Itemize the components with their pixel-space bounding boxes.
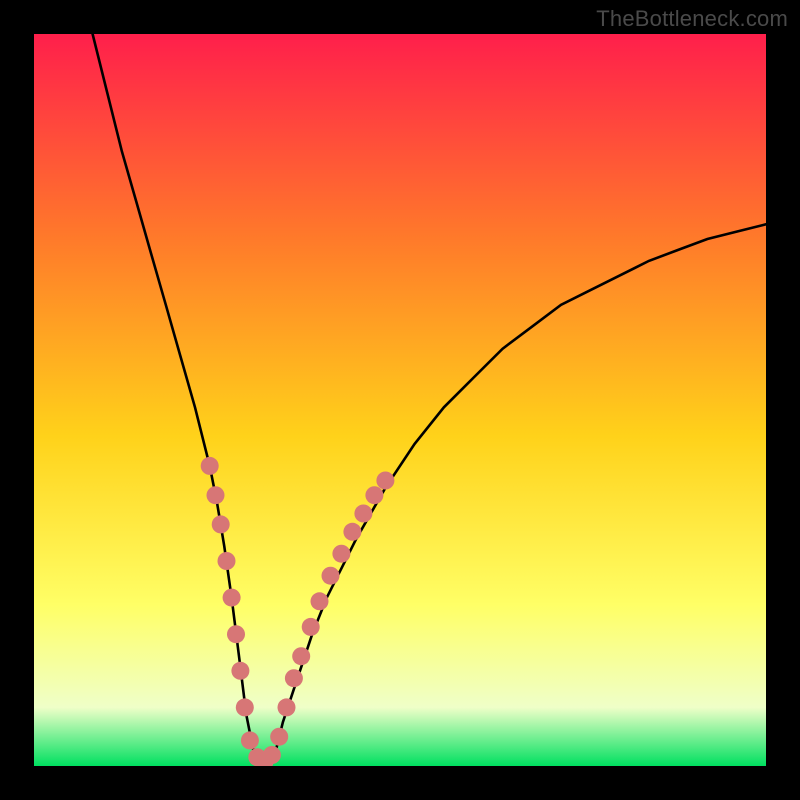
marker-dot <box>218 552 236 570</box>
marker-dot <box>376 472 394 490</box>
marker-dot <box>292 647 310 665</box>
marker-dot <box>227 625 245 643</box>
marker-dot <box>212 515 230 533</box>
chart-svg <box>34 34 766 766</box>
plot-area <box>34 34 766 766</box>
marker-dot <box>302 618 320 636</box>
chart-frame: TheBottleneck.com <box>0 0 800 800</box>
marker-dot <box>285 669 303 687</box>
marker-dot <box>207 486 225 504</box>
marker-dot <box>223 589 241 607</box>
marker-dot <box>354 505 372 523</box>
watermark-text: TheBottleneck.com <box>596 6 788 32</box>
marker-dot <box>201 457 219 475</box>
marker-dot <box>263 746 281 764</box>
marker-dot <box>241 731 259 749</box>
marker-dot <box>278 698 296 716</box>
marker-dot <box>236 698 254 716</box>
marker-dot <box>322 567 340 585</box>
marker-dot <box>231 662 249 680</box>
marker-dot <box>270 728 288 746</box>
marker-dot <box>343 523 361 541</box>
marker-dot <box>365 486 383 504</box>
marker-dot <box>311 592 329 610</box>
gradient-bg <box>34 34 766 766</box>
marker-dot <box>332 545 350 563</box>
